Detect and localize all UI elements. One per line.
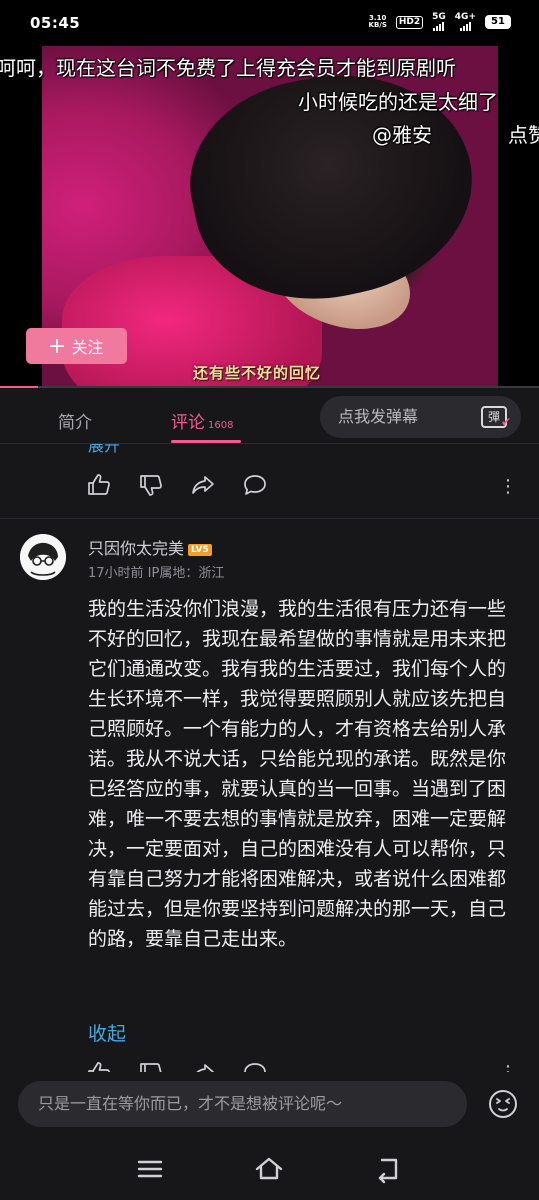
share-icon[interactable]: [190, 1060, 216, 1072]
comment-text: 我的生活没你们浪漫，我的生活很有压力还有一些不好的回忆，我现在最希望做的事情就是…: [88, 598, 507, 950]
username-text: 只因你太完美: [88, 539, 185, 558]
battery-icon: 51: [485, 15, 511, 29]
network-speed-unit: KB/S: [368, 21, 387, 29]
tab-comments[interactable]: 评论 1608: [171, 408, 233, 433]
tab-bar: 简介 评论 1608 点我发弹幕 彈 ✔: [0, 388, 539, 444]
tab-active-indicator: [171, 440, 241, 443]
danmaku-icon: 彈 ✔: [481, 406, 511, 429]
reply-icon[interactable]: [242, 1060, 268, 1072]
danmaku-line: @雅安: [372, 123, 432, 147]
emoji-icon[interactable]: [487, 1088, 519, 1120]
danmaku-input[interactable]: 点我发弹幕 彈 ✔: [320, 396, 521, 438]
comment-actions: [86, 1060, 268, 1072]
check-icon: ✔: [500, 415, 511, 429]
network-speed: 3.10 KB/S: [369, 15, 387, 29]
danmaku-line: 呵呵，现在这台词不免费了上得充会员才能到原剧听: [0, 56, 456, 80]
back-icon[interactable]: [374, 1154, 404, 1184]
system-nav-bar: [0, 1138, 539, 1200]
comment-meta: 17小时前 IP属地：浙江: [88, 566, 225, 581]
expand-link[interactable]: 展开: [88, 444, 120, 456]
home-icon[interactable]: [254, 1154, 284, 1184]
plus-icon: [50, 339, 65, 353]
comment-count: 1608: [208, 420, 234, 431]
tab-intro[interactable]: 简介: [58, 408, 92, 433]
dislike-icon[interactable]: [138, 1060, 164, 1072]
share-icon[interactable]: [190, 472, 216, 498]
danmaku-toggle-button[interactable]: 彈 ✔: [477, 400, 511, 434]
dislike-icon[interactable]: [138, 472, 164, 498]
danmaku-line: 小时候吃的还是太细了: [298, 90, 498, 114]
signal-5g-label: 5G: [432, 12, 446, 22]
comment-actions: [86, 472, 268, 498]
danmaku-icon-glyph: 彈: [487, 410, 500, 424]
tab-comments-label: 评论: [171, 413, 205, 433]
more-options-icon[interactable]: ⋮: [499, 478, 517, 496]
signal-4g-label: 4G+: [454, 12, 476, 22]
avatar[interactable]: [20, 534, 66, 580]
like-icon[interactable]: [86, 1060, 112, 1072]
signal-4g-icon: 4G+: [455, 13, 476, 31]
like-icon[interactable]: [86, 472, 112, 498]
follow-button-label: 关注: [71, 338, 104, 357]
comment-divider: [0, 518, 539, 519]
danmaku-input-placeholder: 点我发弹幕: [338, 407, 419, 426]
status-time: 05:45: [30, 14, 81, 32]
comment-username[interactable]: 只因你太完美 LV5: [88, 535, 212, 559]
comment-list[interactable]: 展开 ⋮ 只因你太完美 LV5 17小时前 IP属地：浙江 我的生活没你们浪漫，我…: [0, 444, 539, 1072]
collapse-link[interactable]: 收起: [88, 1019, 126, 1046]
video-subtitle: 还有些不好的回忆: [193, 364, 322, 382]
comment-input[interactable]: 只是一直在等你而已，才不是想被评论呢～: [18, 1081, 467, 1127]
reply-icon[interactable]: [242, 472, 268, 498]
status-icons: 3.10 KB/S HD2 5G 4G+ 51: [369, 13, 511, 31]
video-player[interactable]: 呵呵，现在这台词不免费了上得充会员才能到原剧听 小时候吃的还是太细了 @雅安 点…: [0, 46, 539, 388]
menu-icon[interactable]: [135, 1154, 165, 1184]
follow-button[interactable]: 关注: [26, 328, 127, 364]
hd-icon: HD2: [395, 15, 424, 29]
danmaku-line: 点赞: [508, 123, 539, 147]
level-badge: LV5: [188, 544, 212, 556]
comment-bar: 只是一直在等你而已，才不是想被评论呢～: [0, 1072, 539, 1138]
status-bar: 05:45 3.10 KB/S HD2 5G 4G+ 51: [0, 0, 539, 46]
signal-5g-icon: 5G: [432, 13, 446, 31]
